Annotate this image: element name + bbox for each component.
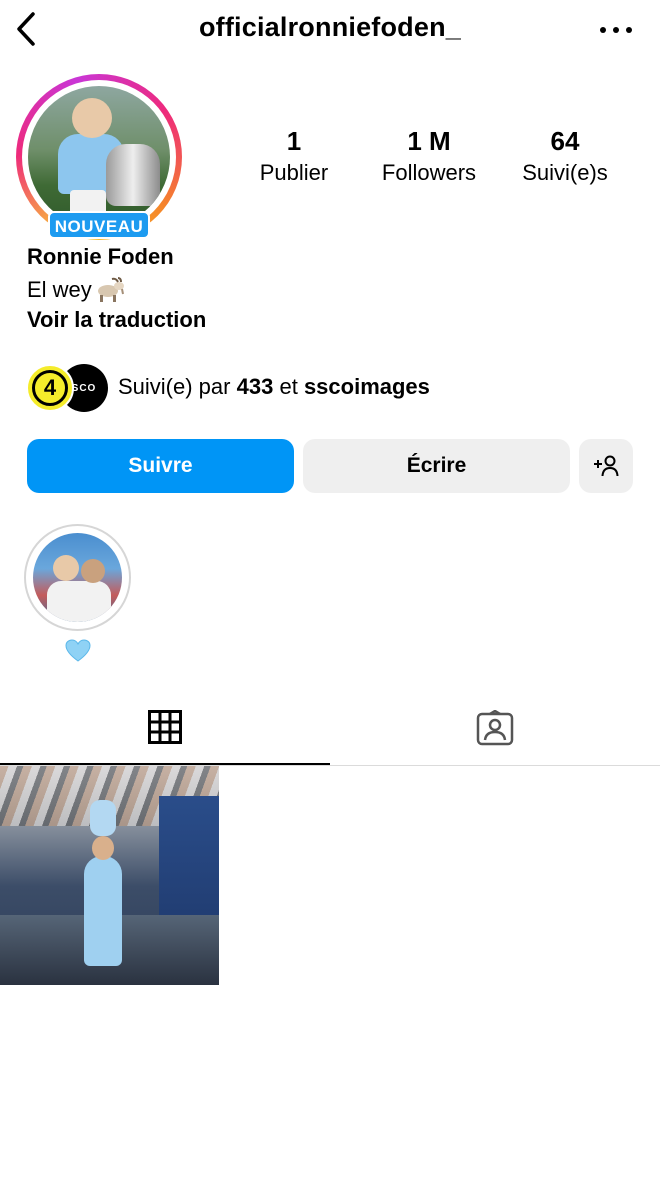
highlight-face [53, 555, 79, 581]
highlight-people [47, 581, 111, 622]
more-dot-icon [613, 27, 619, 33]
mutual-follower-avatar-text: 4 [32, 370, 68, 406]
stat-followers-value: 1 M [407, 126, 451, 156]
stat-following-label: Suivi(e)s [522, 160, 608, 185]
stat-following[interactable]: 64 Suivi(e)s [506, 126, 624, 188]
message-button[interactable]: Écrire [303, 439, 570, 493]
mutual-follower-avatar: 4 [26, 364, 74, 412]
top-bar: officialronniefoden_ [0, 0, 660, 60]
profile-bio: El wey [27, 277, 126, 303]
see-translation-link[interactable]: Voir la traduction [27, 307, 206, 333]
tagged-icon [476, 709, 514, 745]
more-options-button[interactable] [600, 18, 632, 42]
followed-by-joiner: et [279, 374, 298, 399]
new-badge: NOUVEAU [48, 211, 150, 239]
more-dot-icon [626, 27, 632, 33]
tab-tagged[interactable] [330, 690, 660, 765]
stat-posts-label: Publier [259, 160, 329, 185]
post-child [90, 800, 116, 836]
person-add-icon [594, 455, 619, 477]
grid-icon [148, 709, 182, 744]
post-thumbnail[interactable] [0, 766, 219, 985]
more-dot-icon [600, 27, 606, 33]
avatar-face [72, 98, 112, 138]
avatar-trophy [106, 144, 160, 206]
stat-posts-value: 1 [286, 126, 302, 156]
follow-button[interactable]: Suivre [27, 439, 294, 493]
tab-posts-grid[interactable] [0, 690, 330, 765]
profile-username: officialronniefoden_ [198, 12, 462, 42]
stat-posts[interactable]: 1 Publier [244, 126, 344, 188]
followed-by-account: sscoimages [303, 374, 430, 399]
followed-by-count: 433 [236, 374, 274, 399]
highlight-face [81, 559, 105, 583]
stat-following-value: 64 [550, 126, 580, 156]
story-highlight-cover [33, 533, 122, 622]
stat-followers-label: Followers [381, 160, 477, 185]
followed-by-prefix: Suivi(e) par [118, 374, 231, 399]
followed-by-text[interactable]: Suivi(e) par 433 et sscoimages [118, 374, 430, 400]
blue-heart-icon [60, 637, 96, 665]
suggest-accounts-button[interactable] [579, 439, 633, 493]
bio-text: El wey [27, 277, 92, 302]
mutual-followers-avatars[interactable]: 4 SCO [26, 364, 108, 414]
stat-followers[interactable]: 1 M Followers [364, 126, 494, 188]
post-player-head [92, 836, 114, 860]
goat-icon [94, 277, 126, 303]
profile-name: Ronnie Foden [27, 244, 174, 269]
post-player [84, 856, 122, 966]
story-highlight[interactable] [24, 524, 131, 631]
profile-tabs [0, 690, 660, 766]
profile-avatar [28, 86, 170, 228]
